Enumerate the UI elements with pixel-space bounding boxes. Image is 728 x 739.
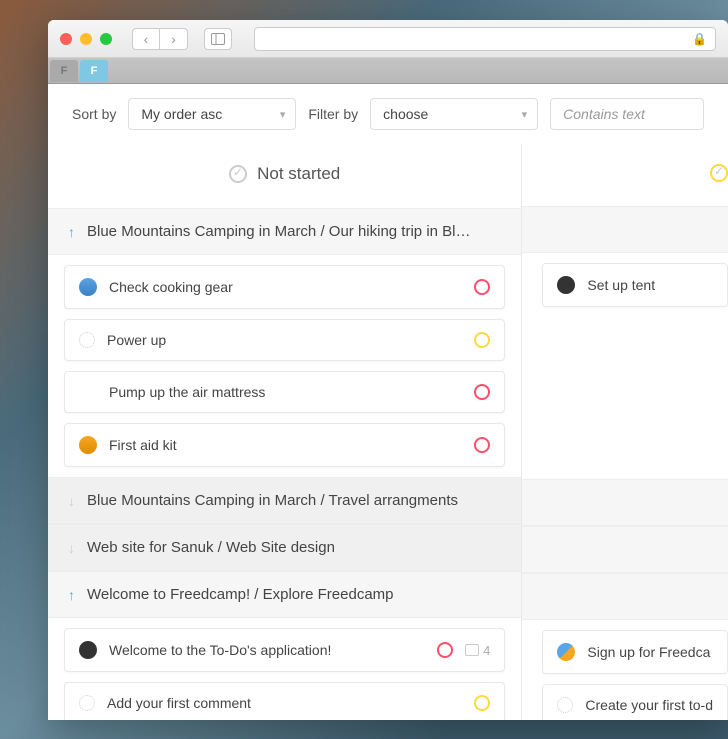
collapse-arrow-icon: ↑ [68, 224, 75, 240]
priority-indicator-icon [474, 695, 490, 711]
group-title: Web site for Sanuk / Web Site design [87, 539, 501, 556]
back-button[interactable]: ‹ [132, 28, 160, 50]
user-avatar [79, 641, 97, 659]
task-list: Sign up for Freedca Create your first to-… [522, 620, 728, 720]
expand-arrow-icon: ↓ [68, 540, 75, 556]
user-avatar [557, 643, 575, 661]
sort-by-dropdown[interactable]: My order asc [128, 98, 296, 130]
column-second: Set up tent Sign up for Freedca Create you… [522, 144, 728, 720]
group-title: Blue Mountains Camping in March / Travel… [87, 492, 501, 509]
task-card[interactable]: Welcome to the To-Do's application! 4 [64, 628, 505, 672]
filter-by-dropdown[interactable]: choose [370, 98, 538, 130]
task-title: Power up [107, 332, 462, 348]
task-title: Welcome to the To-Do's application! [109, 642, 425, 658]
tab-bar: F F [48, 58, 728, 84]
group-header-spacer [522, 526, 728, 573]
priority-indicator-icon [474, 279, 490, 295]
check-circle-icon [229, 165, 247, 183]
task-card[interactable]: Check cooking gear [64, 265, 505, 309]
address-bar[interactable]: 🔒 [254, 27, 716, 51]
column-header: Not started [48, 144, 521, 208]
minimize-window-button[interactable] [80, 33, 92, 45]
task-list: Set up tent [522, 253, 728, 317]
column-header-right [522, 144, 728, 206]
unassigned-avatar-icon [79, 695, 95, 711]
collapse-arrow-icon: ↑ [68, 587, 75, 603]
user-avatar [79, 436, 97, 454]
priority-indicator-icon [437, 642, 453, 658]
group-header-spacer [522, 573, 728, 620]
priority-indicator-icon [474, 437, 490, 453]
filter-by-label: Filter by [308, 106, 358, 122]
app-content: Sort by My order asc Filter by choose Co… [48, 84, 728, 720]
column-not-started: Not started ↑ Blue Mountains Camping in M… [48, 144, 522, 720]
task-card[interactable]: Add your first comment [64, 682, 505, 720]
priority-indicator-icon [474, 384, 490, 400]
check-circle-icon [710, 164, 728, 182]
task-card[interactable]: Power up [64, 319, 505, 361]
task-card[interactable]: Set up tent [542, 263, 728, 307]
group-header-spacer [522, 479, 728, 526]
task-title: Add your first comment [107, 695, 462, 711]
comment-count: 4 [465, 643, 490, 658]
group-header[interactable]: ↑ Blue Mountains Camping in March / Our h… [48, 208, 521, 255]
task-title: First aid kit [109, 437, 462, 453]
sort-by-label: Sort by [72, 106, 116, 122]
filter-by-value: choose [383, 106, 428, 122]
unassigned-avatar-icon [79, 332, 95, 348]
group-header[interactable]: ↓ Blue Mountains Camping in March / Trave… [48, 477, 521, 524]
group-header[interactable]: ↓ Web site for Sanuk / Web Site design [48, 524, 521, 571]
browser-window: ‹ › 🔒 F F Sort by My order asc Filter by… [48, 20, 728, 720]
sort-by-value: My order asc [141, 106, 222, 122]
user-avatar [79, 278, 97, 296]
lock-icon: 🔒 [692, 32, 707, 46]
search-placeholder: Contains text [563, 106, 645, 122]
comment-icon [465, 644, 479, 656]
traffic-lights [60, 33, 112, 45]
sidebar-toggle-button[interactable] [204, 28, 232, 50]
kanban-columns: Not started ↑ Blue Mountains Camping in M… [48, 144, 728, 720]
nav-buttons: ‹ › [132, 28, 188, 50]
task-card[interactable]: Create your first to-d [542, 684, 728, 720]
group-title: Blue Mountains Camping in March / Our hi… [87, 223, 501, 240]
task-list: Welcome to the To-Do's application! 4 Add … [48, 618, 521, 720]
task-card[interactable]: First aid kit [64, 423, 505, 467]
search-input[interactable]: Contains text [550, 98, 704, 130]
unassigned-avatar-icon [557, 697, 573, 713]
column-title: Not started [257, 164, 340, 184]
sidebar-icon [211, 33, 225, 45]
window-titlebar: ‹ › 🔒 [48, 20, 728, 58]
maximize-window-button[interactable] [100, 33, 112, 45]
task-card[interactable]: Sign up for Freedca [542, 630, 728, 674]
close-window-button[interactable] [60, 33, 72, 45]
group-title: Welcome to Freedcamp! / Explore Freedcam… [87, 586, 501, 603]
browser-tab-active[interactable]: F [80, 60, 108, 82]
forward-button[interactable]: › [160, 28, 188, 50]
task-title: Pump up the air mattress [109, 384, 462, 400]
user-avatar [557, 276, 575, 294]
group-header-spacer [522, 206, 728, 253]
task-card[interactable]: Pump up the air mattress [64, 371, 505, 413]
task-title: Sign up for Freedca [587, 644, 713, 660]
browser-tab-inactive[interactable]: F [50, 60, 78, 82]
priority-indicator-icon [474, 332, 490, 348]
group-header[interactable]: ↑ Welcome to Freedcamp! / Explore Freedca… [48, 571, 521, 618]
task-title: Set up tent [587, 277, 713, 293]
task-title: Check cooking gear [109, 279, 462, 295]
expand-arrow-icon: ↓ [68, 493, 75, 509]
task-title: Create your first to-d [585, 697, 713, 713]
task-list: Check cooking gear Power up Pump up the ai… [48, 255, 521, 477]
filter-bar: Sort by My order asc Filter by choose Co… [48, 84, 728, 144]
